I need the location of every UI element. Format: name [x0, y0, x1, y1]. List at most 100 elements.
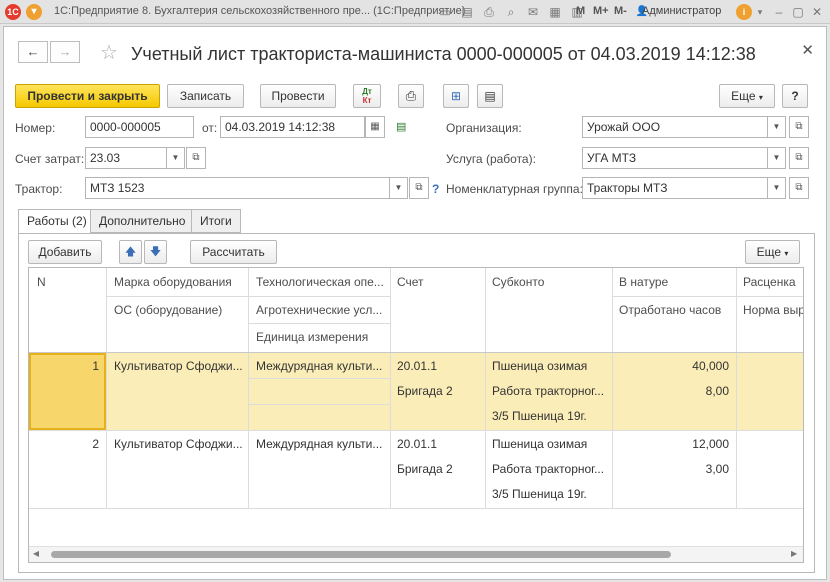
scrollbar-thumb[interactable]: [51, 551, 671, 558]
tab-additional[interactable]: Дополнительно: [90, 209, 192, 233]
memory-plus-button[interactable]: M+: [593, 5, 609, 17]
tab-works[interactable]: Работы (2): [18, 209, 91, 234]
back-button[interactable]: ←: [18, 41, 48, 63]
row1-operation[interactable]: Междурядная культи...: [256, 359, 386, 373]
row2-brigade[interactable]: Бригада 2: [397, 462, 453, 476]
header-fixed-asset[interactable]: ОС (оборудование): [114, 303, 222, 317]
current-user[interactable]: Администратор: [642, 5, 721, 17]
mail-icon[interactable]: ✉: [525, 4, 541, 20]
date-field[interactable]: 04.03.2019 14:12:38: [220, 116, 365, 138]
cost-account-field[interactable]: 23.03: [85, 147, 167, 169]
row2-in-kind[interactable]: 12,000: [619, 437, 729, 451]
nomenclature-group-open-icon[interactable]: ⧉: [789, 177, 809, 199]
app-titlebar: 1С ▾ 1С:Предприятие 8. Бухгалтерия сельс…: [0, 0, 830, 24]
cost-account-dropdown-icon[interactable]: ▼: [167, 147, 185, 169]
calendar-icon[interactable]: ▦: [547, 4, 563, 20]
header-n[interactable]: N: [37, 275, 46, 289]
row1-hours[interactable]: 8,00: [619, 384, 729, 398]
more-label: Еще: [731, 89, 756, 103]
tractor-field[interactable]: МТЗ 1523: [85, 177, 390, 199]
post-and-close-button[interactable]: Провести и закрыть: [15, 84, 160, 108]
app-logo-icon: 1С: [5, 4, 21, 20]
memory-button[interactable]: M: [576, 5, 585, 17]
dropdown-icon[interactable]: ▾: [752, 4, 768, 20]
row2-equipment[interactable]: Культиватор Сфоджи...: [114, 437, 244, 451]
tractor-open-icon[interactable]: ⧉: [409, 177, 429, 199]
service-open-icon[interactable]: ⧉: [789, 147, 809, 169]
help-button[interactable]: ?: [782, 84, 808, 108]
header-unit[interactable]: Единица измерения: [256, 330, 368, 344]
header-agro-conditions[interactable]: Агротехнические усл...: [256, 303, 386, 317]
add-row-button[interactable]: Добавить: [28, 240, 102, 264]
move-down-button[interactable]: 🡇: [144, 240, 167, 264]
minimize-icon[interactable]: –: [771, 4, 787, 20]
report-button[interactable]: ▤: [477, 84, 503, 108]
row1-in-kind[interactable]: 40,000: [619, 359, 729, 373]
row2-n[interactable]: 2: [37, 437, 99, 451]
row1-brigade[interactable]: Бригада 2: [397, 384, 453, 398]
row1-n[interactable]: 1: [37, 359, 99, 373]
organization-field[interactable]: Урожай ООО: [582, 116, 768, 138]
dt-kt-button[interactable]: Дт Кт: [353, 84, 381, 108]
table-more-button[interactable]: Еще ▾: [745, 240, 800, 264]
cost-account-open-icon[interactable]: ⧉: [186, 147, 206, 169]
more-button[interactable]: Еще ▾: [719, 84, 775, 108]
window-close-icon[interactable]: ✕: [809, 4, 825, 20]
forward-button[interactable]: →: [50, 41, 80, 63]
service-dropdown-icon[interactable]: ▼: [768, 147, 786, 169]
header-hours-worked[interactable]: Отработано часов: [619, 303, 721, 317]
organization-dropdown-icon[interactable]: ▼: [768, 116, 786, 138]
row1-account[interactable]: 20.01.1: [397, 359, 437, 373]
header-subconto[interactable]: Субконто: [492, 275, 544, 289]
service-label: Услуга (работа):: [446, 152, 536, 166]
scroll-right-icon[interactable]: ▶: [791, 549, 797, 558]
nomenclature-group-dropdown-icon[interactable]: ▼: [768, 177, 786, 199]
number-field[interactable]: 0000-000005: [85, 116, 194, 138]
header-in-kind[interactable]: В натуре: [619, 275, 668, 289]
row2-hours[interactable]: 3,00: [619, 462, 729, 476]
search-icon[interactable]: ⌕: [503, 4, 519, 20]
post-button[interactable]: Провести: [260, 84, 336, 108]
print-icon[interactable]: ⎙: [481, 4, 497, 20]
row2-subconto3[interactable]: 3/5 Пшеница 19г.: [492, 487, 607, 501]
save-button[interactable]: Записать: [167, 84, 244, 108]
close-icon[interactable]: ✕: [801, 41, 814, 59]
calendar-picker-icon[interactable]: ▦: [365, 116, 385, 138]
tab-totals[interactable]: Итоги: [191, 209, 241, 233]
nomenclature-group-field[interactable]: Тракторы МТЗ: [582, 177, 768, 199]
row2-account[interactable]: 20.01.1: [397, 437, 437, 451]
memory-minus-button[interactable]: M-: [614, 5, 627, 17]
app-menu-icon[interactable]: ▾: [26, 4, 42, 20]
row2-operation[interactable]: Междурядная культи...: [256, 437, 386, 451]
row2-subconto2[interactable]: Работа тракторног...: [492, 462, 607, 476]
calculate-button[interactable]: Рассчитать: [190, 240, 277, 264]
table-more-label: Еще: [756, 245, 782, 259]
info-icon[interactable]: i: [736, 4, 752, 20]
header-tech-operation[interactable]: Технологическая опе...: [256, 275, 386, 289]
window-icon[interactable]: ▭: [437, 4, 453, 20]
row1-subconto2[interactable]: Работа тракторног...: [492, 384, 607, 398]
header-equipment-brand[interactable]: Марка оборудования: [114, 275, 232, 289]
header-norm[interactable]: Норма выр: [743, 303, 803, 317]
row1-equipment[interactable]: Культиватор Сфоджи...: [114, 359, 244, 373]
row1-subconto3[interactable]: 3/5 Пшеница 19г.: [492, 409, 607, 423]
print-button[interactable]: ⎙: [398, 84, 424, 108]
window-title: 1С:Предприятие 8. Бухгалтерия сельскохоз…: [54, 5, 466, 17]
structure-button[interactable]: ⊞: [443, 84, 469, 108]
scroll-left-icon[interactable]: ◀: [33, 549, 39, 558]
service-field[interactable]: УГА МТЗ: [582, 147, 768, 169]
header-rate[interactable]: Расценка: [743, 275, 796, 289]
row2-subconto1[interactable]: Пшеница озимая: [492, 437, 607, 451]
header-account[interactable]: Счет: [397, 275, 424, 289]
row1-subconto1[interactable]: Пшеница озимая: [492, 359, 607, 373]
tractor-help-icon[interactable]: ?: [432, 182, 439, 196]
organization-open-icon[interactable]: ⧉: [789, 116, 809, 138]
move-up-button[interactable]: 🡅: [119, 240, 142, 264]
save-icon[interactable]: ▤: [459, 4, 475, 20]
document-status-icon[interactable]: ▤: [396, 120, 406, 133]
horizontal-scrollbar[interactable]: ◀ ▶: [29, 546, 803, 562]
tractor-dropdown-icon[interactable]: ▼: [390, 177, 408, 199]
favorite-star-icon[interactable]: ☆: [100, 40, 118, 65]
maximize-icon[interactable]: ▢: [790, 4, 806, 20]
document-title: Учетный лист тракториста-машиниста 0000-…: [131, 44, 756, 64]
